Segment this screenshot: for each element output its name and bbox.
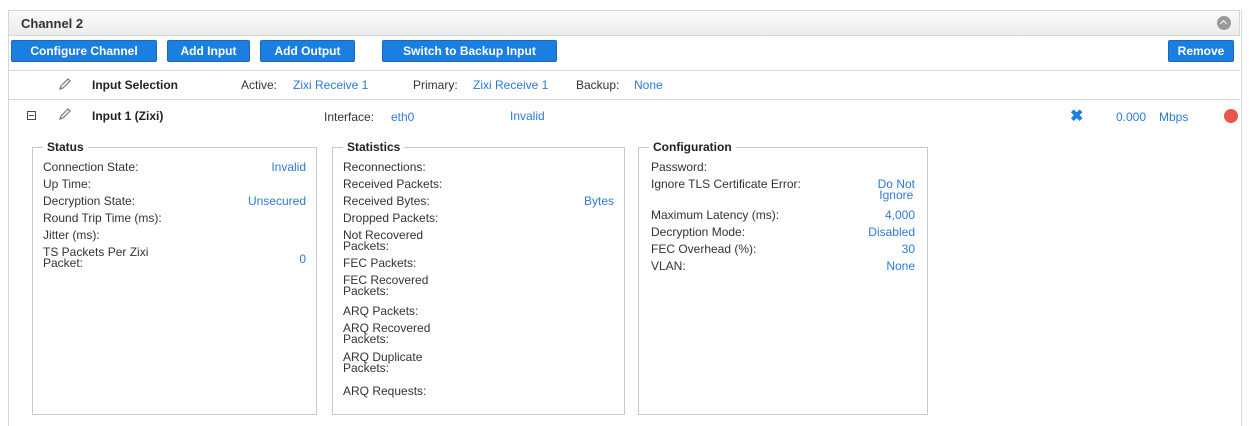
- channel-toolbar: Configure Channel Add Input Add Output S…: [8, 36, 1240, 71]
- statistics-label: ARQ Packets:: [343, 304, 419, 318]
- statistics-label: ARQ Requests:: [343, 384, 427, 398]
- switch-backup-button[interactable]: Switch to Backup Input: [382, 40, 557, 62]
- statistics-label: Received Packets:: [343, 177, 443, 191]
- backup-label: Backup:: [576, 78, 620, 92]
- statistics-label: Received Bytes:: [343, 194, 430, 208]
- configuration-value: None: [886, 259, 915, 273]
- configuration-value: Disabled: [868, 225, 915, 239]
- configuration-value: 4,000: [884, 208, 915, 222]
- collapse-input-icon[interactable]: [27, 111, 36, 120]
- status-label: Decryption State:: [43, 194, 136, 208]
- status-label: Connection State:: [43, 160, 139, 174]
- status-label: TS Packets Per Zixi Packet:: [43, 245, 149, 270]
- configuration-panel: Configuration Password: Ignore TLS Certi…: [638, 140, 928, 415]
- statistics-label: Not Recovered Packets:: [343, 228, 424, 253]
- configuration-label: VLAN:: [651, 259, 686, 273]
- active-value: Zixi Receive 1: [293, 78, 369, 92]
- remove-button[interactable]: Remove: [1168, 40, 1234, 62]
- configuration-title: Configuration: [649, 140, 736, 154]
- statistics-label: ARQ Duplicate Packets:: [343, 350, 423, 375]
- configuration-label: Ignore TLS Certificate Error:: [651, 177, 801, 191]
- configuration-label: FEC Overhead (%):: [651, 242, 757, 256]
- status-title: Status: [43, 140, 88, 154]
- configuration-label: Decryption Mode:: [651, 225, 746, 239]
- status-label: Up Time:: [43, 177, 92, 191]
- interface-label: Interface:: [324, 110, 375, 124]
- statistics-value: Bytes: [583, 194, 614, 208]
- primary-value: Zixi Receive 1: [473, 78, 549, 92]
- statistics-label: Dropped Packets:: [343, 211, 439, 225]
- statistics-panel: Statistics Reconnections: Received Packe…: [332, 140, 625, 415]
- status-value: 0: [299, 252, 306, 266]
- status-label: Round Trip Time (ms):: [43, 211, 162, 225]
- rate-value: 0.000: [1116, 110, 1147, 124]
- add-output-button[interactable]: Add Output: [260, 40, 355, 62]
- statistics-label: FEC Recovered Packets:: [343, 273, 429, 298]
- configuration-value: Do Not Ignore: [877, 177, 915, 202]
- channel-title: Channel 2: [21, 16, 84, 31]
- close-icon[interactable]: ✖: [1070, 109, 1083, 125]
- status-label: Jitter (ms):: [43, 228, 100, 242]
- channel-header: Channel 2: [8, 10, 1240, 36]
- backup-value: None: [634, 78, 663, 92]
- pencil-icon[interactable]: [58, 107, 72, 121]
- status-value: Unsecured: [247, 194, 306, 208]
- input-selection-label: Input Selection: [92, 78, 179, 92]
- configuration-value: 30: [901, 242, 915, 256]
- active-label: Active:: [241, 78, 278, 92]
- add-input-button[interactable]: Add Input: [167, 40, 250, 62]
- configuration-label: Password:: [651, 160, 708, 174]
- collapse-icon[interactable]: [1217, 16, 1231, 30]
- statistics-label: ARQ Recovered Packets:: [343, 321, 431, 346]
- status-value: Invalid: [271, 160, 306, 174]
- status-panel: Status Connection State: Invalid Up Time…: [32, 140, 317, 415]
- statistics-title: Statistics: [343, 140, 405, 154]
- input-row: Input 1 (Zixi) Interface: eth0 Invalid ✖…: [8, 101, 1240, 127]
- input-name: Input 1 (Zixi): [92, 109, 164, 123]
- statistics-label: Reconnections:: [343, 160, 426, 174]
- input-state: Invalid: [510, 109, 545, 123]
- configuration-label: Maximum Latency (ms):: [651, 208, 780, 222]
- configure-channel-button[interactable]: Configure Channel: [11, 40, 157, 62]
- pencil-icon[interactable]: [58, 77, 72, 91]
- status-dot-icon: [1224, 109, 1238, 123]
- primary-label: Primary:: [413, 78, 458, 92]
- interface-value: eth0: [391, 110, 415, 124]
- statistics-label: FEC Packets:: [343, 256, 417, 270]
- rate-unit: Mbps: [1159, 110, 1189, 124]
- input-selection-row: Input Selection Active: Zixi Receive 1 P…: [8, 71, 1240, 100]
